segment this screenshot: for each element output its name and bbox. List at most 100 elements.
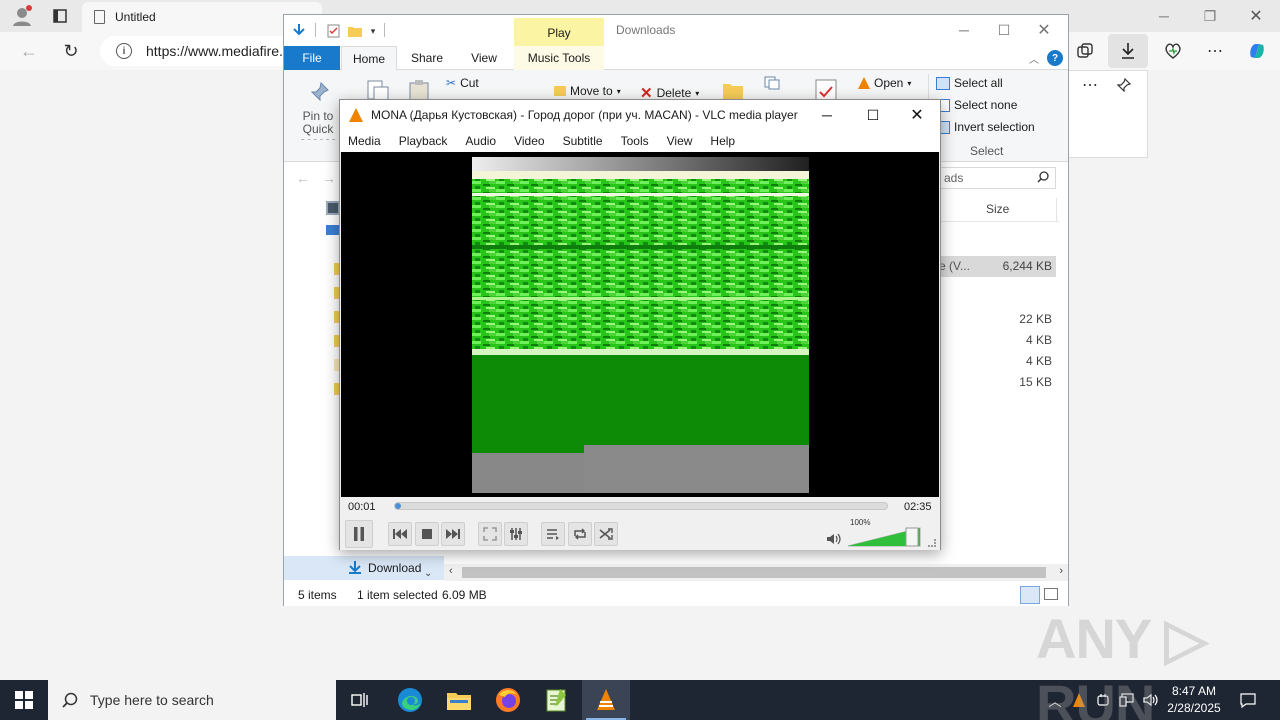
restore-icon[interactable]: ❐ — [1192, 2, 1228, 30]
large-icons-view-icon[interactable] — [1044, 588, 1058, 600]
customize-qat-icon[interactable]: ▾ — [366, 22, 380, 40]
tab-file[interactable]: File — [284, 46, 340, 70]
file-row[interactable]: 22 KB — [939, 309, 1056, 330]
minimize-icon[interactable]: ─ — [804, 100, 850, 130]
file-row[interactable]: 4 KB — [939, 330, 1056, 351]
invert-selection-button[interactable]: Invert selection — [936, 120, 1035, 134]
menu-tools[interactable]: Tools — [621, 134, 649, 148]
video-area[interactable] — [341, 152, 939, 497]
file-row[interactable]: 4 KB — [939, 351, 1056, 372]
pin-icon[interactable] — [1111, 73, 1137, 97]
collapse-ribbon-icon[interactable]: ︿ — [1026, 50, 1042, 66]
stop-button[interactable] — [415, 522, 439, 546]
resize-grip-icon[interactable] — [928, 539, 936, 547]
menu-media[interactable]: Media — [348, 134, 381, 148]
menu-subtitle[interactable]: Subtitle — [563, 134, 603, 148]
close-icon[interactable]: ✕ — [1024, 17, 1064, 43]
select-group-label: Select — [970, 144, 1004, 158]
videos-folder-icon[interactable] — [326, 201, 340, 215]
seek-slider[interactable] — [394, 502, 888, 510]
properties-icon[interactable] — [324, 22, 342, 40]
taskbar-search[interactable]: Type here to search — [48, 680, 336, 720]
close-icon[interactable]: ✕ — [1238, 2, 1274, 30]
profile-avatar-icon[interactable] — [8, 4, 36, 28]
vlc-taskbar-icon[interactable] — [582, 680, 630, 720]
start-button[interactable] — [0, 680, 48, 720]
extended-settings-button[interactable] — [504, 522, 528, 546]
menu-audio[interactable]: Audio — [465, 134, 496, 148]
menu-help[interactable]: Help — [710, 134, 735, 148]
desktop-folder-icon[interactable] — [326, 225, 340, 235]
notepad-plus-icon[interactable] — [533, 680, 581, 720]
file-size: 15 KB — [1019, 375, 1052, 389]
file-size: 4 KB — [1025, 333, 1052, 347]
playlist-button[interactable] — [541, 522, 565, 546]
downloads-icon[interactable] — [1108, 34, 1148, 68]
seek-bar-row: 00:01 02:35 — [340, 497, 940, 517]
collections-icon[interactable] — [1072, 38, 1098, 64]
speaker-icon[interactable] — [826, 532, 842, 549]
tab-view[interactable]: View — [456, 46, 512, 70]
horizontal-scrollbar[interactable]: ‹ › — [444, 564, 1068, 581]
tab-title: Untitled — [115, 10, 156, 24]
new-folder-icon[interactable] — [346, 22, 364, 40]
search-box[interactable]: ads — [939, 167, 1056, 189]
explorer-title: Downloads — [616, 23, 676, 37]
tab-music-tools[interactable]: Music Tools — [514, 46, 604, 70]
file-explorer-icon[interactable] — [435, 680, 483, 720]
move-to-button[interactable]: Move to ▾ — [554, 84, 621, 98]
next-button[interactable] — [441, 522, 465, 546]
loop-button[interactable] — [568, 522, 592, 546]
site-info-icon[interactable]: i — [116, 43, 132, 59]
browser-essentials-icon[interactable] — [1160, 38, 1186, 64]
back-arrow-icon[interactable]: ← — [294, 169, 312, 187]
menu-view[interactable]: View — [667, 134, 693, 148]
select-none-button[interactable]: Select none — [936, 98, 1017, 112]
minimize-icon[interactable]: ─ — [944, 17, 984, 43]
file-row[interactable]: 15 KB — [939, 372, 1056, 393]
minimize-icon[interactable]: ─ — [1146, 2, 1182, 30]
invert-selection-label: Invert selection — [954, 120, 1035, 134]
task-view-icon[interactable] — [336, 680, 384, 720]
cut-button[interactable]: ✂ Cut — [446, 76, 479, 90]
tab-home[interactable]: Home — [341, 46, 397, 70]
open-label: Open — [874, 76, 904, 90]
refresh-icon[interactable]: ↻ — [58, 38, 84, 64]
column-size-header[interactable]: Size — [986, 202, 1009, 216]
tab-actions-icon[interactable] — [48, 6, 72, 26]
help-icon[interactable]: ? — [1047, 50, 1063, 66]
menu-playback[interactable]: Playback — [399, 134, 448, 148]
close-icon[interactable]: ✕ — [894, 100, 940, 130]
menu-video[interactable]: Video — [514, 134, 544, 148]
scrollbar-thumb[interactable] — [462, 567, 1046, 578]
forward-arrow-icon[interactable]: → — [320, 169, 338, 187]
volume-slider[interactable] — [846, 526, 922, 548]
maximize-icon[interactable]: ☐ — [850, 100, 896, 130]
pin-icon — [308, 80, 332, 104]
select-none-label: Select none — [954, 98, 1018, 112]
back-arrow-icon[interactable]: ← — [16, 38, 42, 64]
fullscreen-button[interactable] — [478, 522, 502, 546]
tab-share[interactable]: Share — [402, 46, 452, 70]
pause-button[interactable] — [345, 520, 373, 548]
pin-label: Pin to Quick access — [299, 110, 336, 140]
scroll-right-icon[interactable]: › — [1059, 565, 1063, 577]
nav-item-downloads[interactable]: Download — [284, 556, 444, 580]
firefox-icon[interactable] — [484, 680, 532, 720]
more-icon[interactable]: ⋯ — [1202, 38, 1228, 64]
edge-icon[interactable] — [386, 680, 434, 720]
open-button[interactable]: Open ▾ — [858, 76, 911, 90]
maximize-icon[interactable]: ☐ — [984, 17, 1024, 43]
pin-quick-access-button[interactable]: Pin to Quick access — [290, 110, 346, 140]
elapsed-time: 00:01 — [348, 501, 376, 513]
previous-button[interactable] — [388, 522, 412, 546]
more-options-icon[interactable]: ⋯ — [1077, 73, 1103, 97]
scroll-left-icon[interactable]: ‹ — [449, 565, 453, 577]
copilot-icon[interactable] — [1244, 38, 1270, 64]
file-row[interactable]: e (V... 6,244 KB — [939, 256, 1056, 277]
selection-count: 1 item selected — [357, 588, 438, 602]
nav-scroll-down-icon[interactable]: ⌄ — [424, 568, 432, 579]
details-view-icon[interactable] — [1020, 586, 1040, 604]
shuffle-button[interactable] — [594, 522, 618, 546]
select-all-button[interactable]: Select all — [936, 76, 1003, 90]
